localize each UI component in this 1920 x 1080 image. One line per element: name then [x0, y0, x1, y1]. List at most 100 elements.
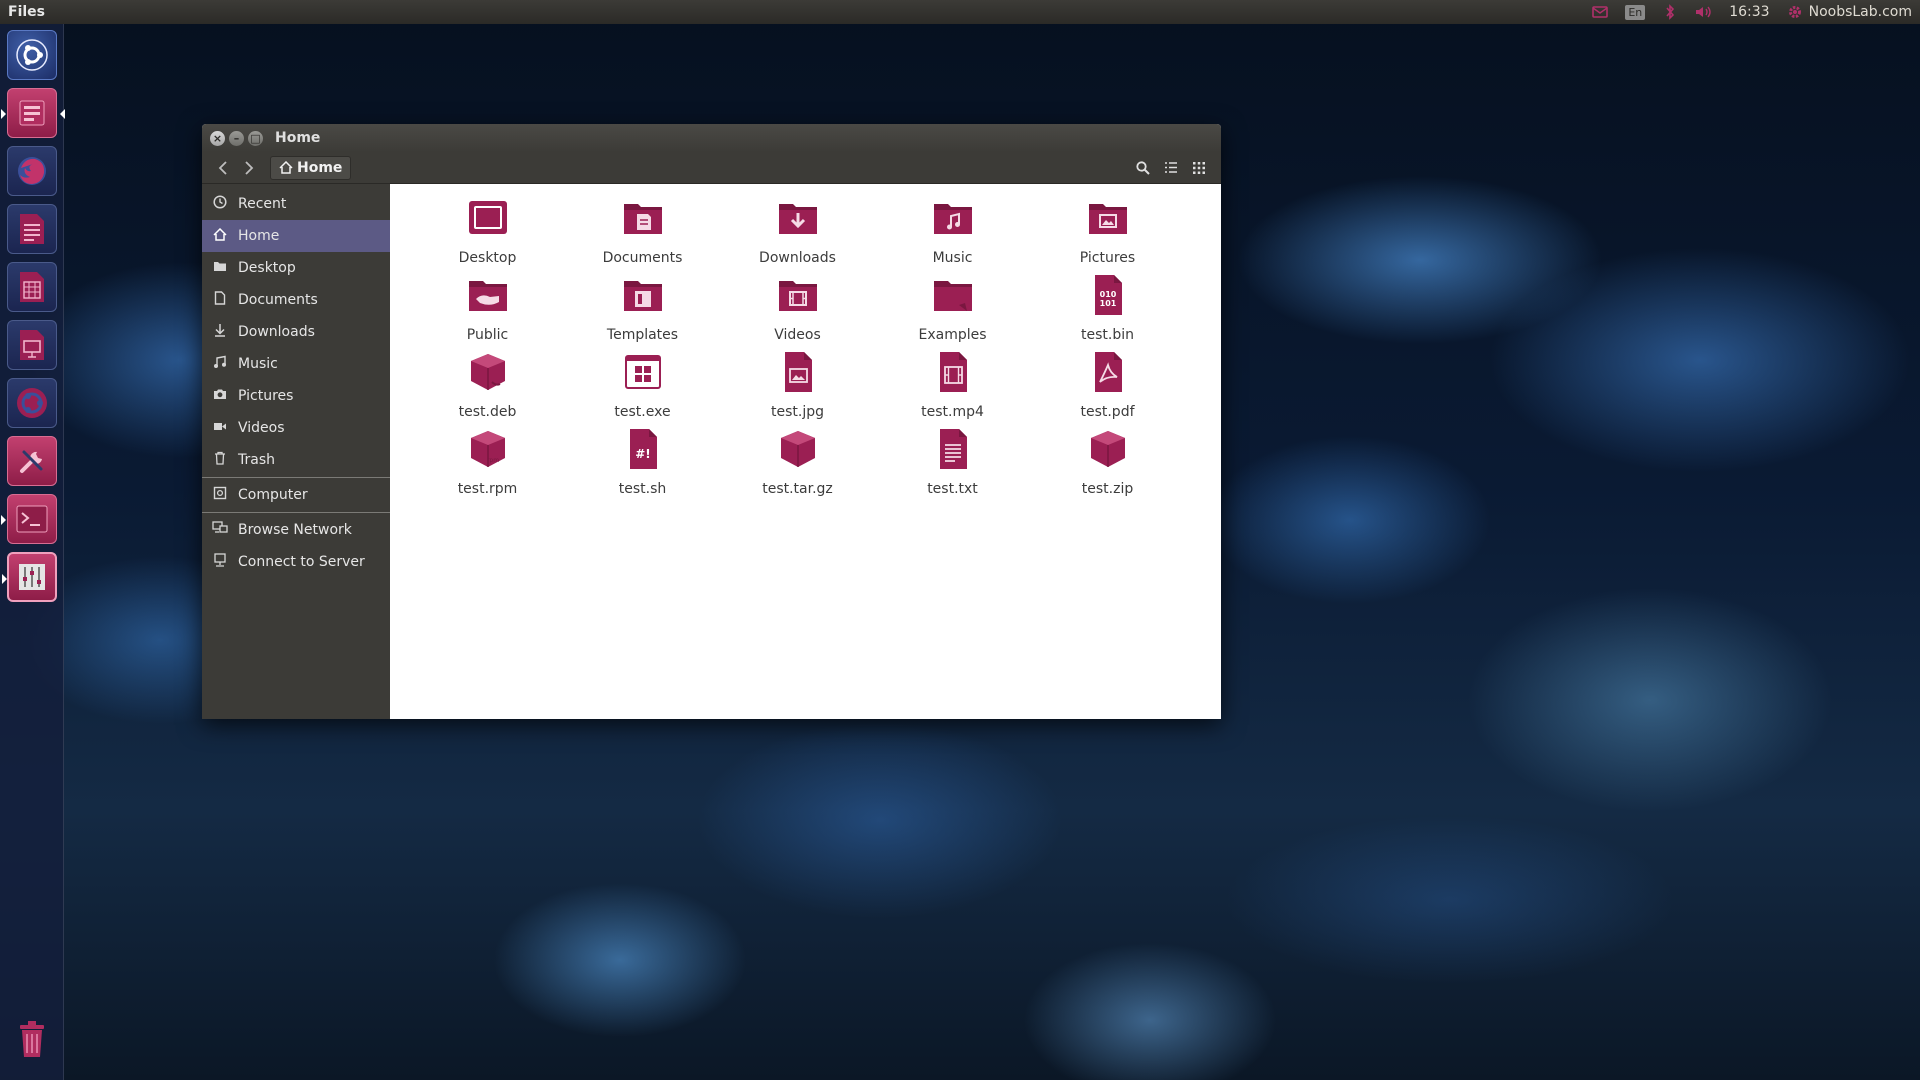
system-settings-icon[interactable]: [7, 436, 57, 486]
file-view[interactable]: Desktop Documents Downloads Music Pictures Pu…: [390, 184, 1221, 719]
computer-icon: [212, 486, 228, 504]
mail-icon[interactable]: [1591, 4, 1609, 20]
file-item-label: Downloads: [759, 250, 836, 266]
terminal-icon[interactable]: [1, 494, 57, 544]
keyboard-layout-indicator[interactable]: En: [1625, 4, 1646, 20]
trash-icon: [212, 451, 228, 469]
sidebar-item-desktop[interactable]: Desktop: [202, 252, 390, 284]
session-menu[interactable]: NoobsLab.com: [1786, 4, 1912, 20]
grid-view-button[interactable]: [1185, 156, 1213, 180]
file-item-label: test.mp4: [921, 404, 984, 420]
toolbar: Home: [202, 152, 1221, 184]
pictures-folder-icon: [1086, 196, 1130, 250]
sidebar-item-label: Downloads: [238, 324, 315, 340]
volume-icon[interactable]: [1695, 4, 1713, 20]
file-item[interactable]: test.exe: [565, 350, 720, 427]
sidebar-item-label: Browse Network: [238, 522, 352, 538]
sidebar-item-computer[interactable]: Computer: [202, 479, 390, 511]
zip-archive-icon: [1086, 427, 1130, 481]
window-title: Home: [275, 130, 321, 146]
sidebar-item-label: Desktop: [238, 260, 296, 276]
file-item[interactable]: test.jpg: [720, 350, 875, 427]
sidebar-item-label: Home: [238, 228, 280, 244]
deb-package-icon: [466, 350, 510, 404]
sidebar-item-downloads[interactable]: Downloads: [202, 316, 390, 348]
sidebar-item-recent[interactable]: Recent: [202, 188, 390, 220]
network-icon: [212, 521, 228, 539]
file-item[interactable]: Desktop: [410, 196, 565, 273]
chevron-right-icon: [245, 160, 254, 175]
file-item[interactable]: rpm test.rpm: [410, 427, 565, 504]
home-icon: [212, 227, 228, 245]
impress-icon[interactable]: [7, 320, 57, 370]
videos-folder-icon: [776, 273, 820, 327]
sidebar-item-videos[interactable]: Videos: [202, 412, 390, 444]
file-item[interactable]: Examples: [875, 273, 1030, 350]
maximize-button[interactable]: □: [248, 130, 263, 146]
dash-icon[interactable]: [7, 30, 57, 80]
sidebar-item-label: Pictures: [238, 388, 294, 404]
titlebar[interactable]: × – □ Home: [202, 124, 1221, 152]
file-item[interactable]: Public: [410, 273, 565, 350]
file-item[interactable]: Templates: [565, 273, 720, 350]
writer-icon[interactable]: [7, 204, 57, 254]
file-item[interactable]: 010 101 test.bin: [1030, 273, 1185, 350]
active-app-name: Files: [8, 4, 45, 20]
file-item-label: test.tar.gz: [762, 481, 833, 497]
sidebar-item-home[interactable]: Home: [202, 220, 390, 252]
file-item-label: Music: [932, 250, 973, 266]
file-item[interactable]: Pictures: [1030, 196, 1185, 273]
top-panel: Files En 16:33 NoobsLab.com: [0, 0, 1920, 24]
file-item[interactable]: test.zip: [1030, 427, 1185, 504]
forward-button[interactable]: [236, 156, 262, 180]
file-item-label: Pictures: [1079, 250, 1136, 266]
sidebar-item-pictures[interactable]: Pictures: [202, 380, 390, 412]
trash-icon[interactable]: [7, 1014, 57, 1064]
file-item-label: Desktop: [458, 250, 517, 266]
clock[interactable]: 16:33: [1729, 4, 1769, 20]
back-button[interactable]: [210, 156, 236, 180]
search-icon: [1136, 160, 1150, 175]
close-button[interactable]: ×: [210, 130, 225, 146]
file-item[interactable]: test.deb: [410, 350, 565, 427]
sidebar-item-music[interactable]: Music: [202, 348, 390, 380]
bluetooth-icon[interactable]: [1661, 4, 1679, 20]
tweak-tool-icon[interactable]: [2, 552, 57, 602]
list-icon: [1165, 162, 1177, 173]
file-item[interactable]: Videos: [720, 273, 875, 350]
sidebar-item-connect-to-server[interactable]: Connect to Server: [202, 546, 390, 578]
list-view-button[interactable]: [1157, 156, 1185, 180]
clock-icon: [212, 195, 228, 213]
calc-icon[interactable]: [7, 262, 57, 312]
software-center-icon[interactable]: [7, 378, 57, 428]
sidebar-item-documents[interactable]: Documents: [202, 284, 390, 316]
system-tray: En 16:33 NoobsLab.com: [1591, 4, 1912, 20]
rpm-package-icon: rpm: [466, 427, 510, 481]
session-user-label: NoobsLab.com: [1808, 4, 1912, 20]
search-button[interactable]: [1129, 156, 1157, 180]
file-item-label: Documents: [602, 250, 683, 266]
firefox-icon[interactable]: [7, 146, 57, 196]
sidebar-item-trash[interactable]: Trash: [202, 444, 390, 476]
path-bar-home[interactable]: Home: [270, 155, 352, 180]
file-item-label: Templates: [606, 327, 679, 343]
file-grid: Desktop Documents Downloads Music Pictures Pu…: [410, 196, 1185, 504]
sidebar-item-label: Recent: [238, 196, 287, 212]
sidebar-item-browse-network[interactable]: Browse Network: [202, 514, 390, 546]
file-item[interactable]: test.txt: [875, 427, 1030, 504]
file-manager-window: × – □ Home Home Recent Home Desktop Documen…: [202, 124, 1221, 719]
file-item[interactable]: test.tar.gz: [720, 427, 875, 504]
file-item[interactable]: Music: [875, 196, 1030, 273]
file-item[interactable]: test.mp4: [875, 350, 1030, 427]
sidebar-separator: [202, 477, 390, 478]
file-item-label: Videos: [774, 327, 821, 343]
file-item-label: test.bin: [1081, 327, 1134, 343]
minimize-button[interactable]: –: [229, 130, 244, 146]
files-icon[interactable]: [1, 88, 65, 138]
launcher: [0, 24, 65, 1080]
file-item[interactable]: Documents: [565, 196, 720, 273]
file-item[interactable]: #! test.sh: [565, 427, 720, 504]
file-item[interactable]: test.pdf: [1030, 350, 1185, 427]
window-controls: × – □: [210, 130, 263, 146]
file-item[interactable]: Downloads: [720, 196, 875, 273]
